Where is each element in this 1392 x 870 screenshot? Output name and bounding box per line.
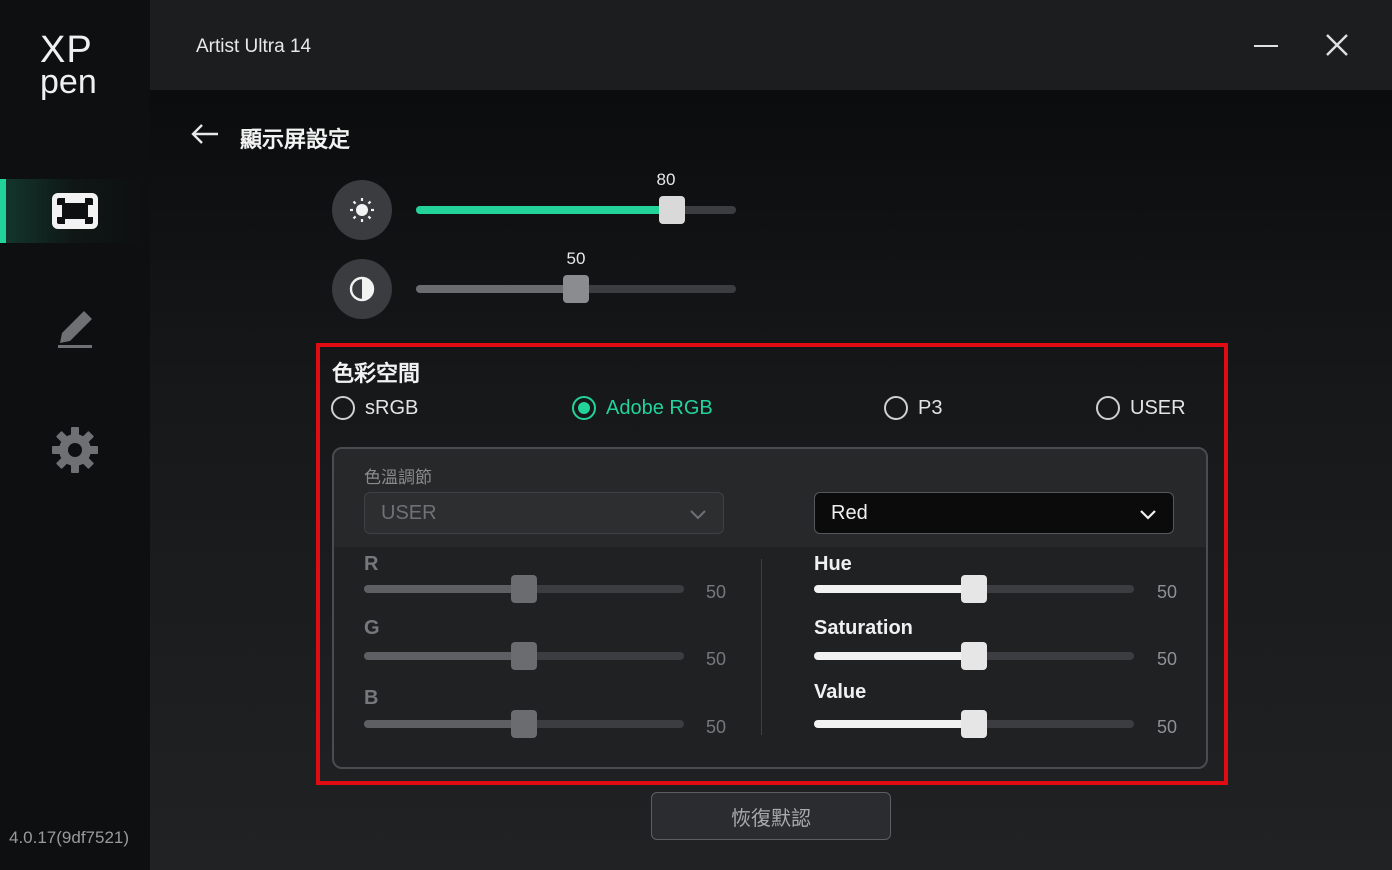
contrast-slider[interactable]	[416, 275, 736, 303]
gear-icon	[52, 427, 98, 473]
contrast-thumb[interactable]	[563, 275, 589, 303]
contrast-value: 50	[566, 249, 586, 268]
sidebar: XP pen 4.0.17(9df7521)	[0, 0, 150, 870]
xppen-logo: XP pen	[40, 31, 112, 102]
radio-adobe-rgb[interactable]: Adobe RGB	[572, 396, 713, 420]
channel-g-fill	[364, 652, 524, 660]
channel-r-fill	[364, 585, 524, 593]
back-arrow-icon[interactable]	[190, 122, 220, 146]
version-label: 4.0.17(9df7521)	[9, 828, 130, 847]
display-frame-icon	[52, 193, 98, 229]
brightness-slider[interactable]	[416, 196, 736, 224]
hue-label: Hue	[814, 553, 852, 575]
value-fill	[814, 720, 974, 728]
color-space-title: 色彩空間	[332, 361, 421, 386]
sun-icon	[350, 198, 374, 222]
title-bar: Artist Ultra 14	[150, 0, 1392, 90]
saturation-thumb[interactable]	[961, 642, 987, 670]
radio-dot	[884, 396, 908, 420]
value-slider[interactable]	[814, 710, 1134, 738]
radio-dot	[1096, 396, 1120, 420]
channel-r-label: R	[364, 553, 379, 575]
channel-b-fill	[364, 720, 524, 728]
saturation-label: Saturation	[814, 617, 913, 639]
color-temp-select[interactable]: USER	[364, 492, 724, 534]
channel-b-value: 50	[706, 717, 727, 737]
channel-b-label: B	[364, 687, 379, 709]
panel-divider	[761, 559, 762, 735]
contrast-button	[332, 259, 392, 319]
chevron-down-icon	[1140, 510, 1156, 520]
channel-g-label: G	[364, 617, 380, 639]
channel-r-value: 50	[706, 582, 727, 602]
channel-b-slider[interactable]	[364, 710, 684, 738]
sidebar-item-pen[interactable]	[0, 296, 150, 360]
sidebar-item-display[interactable]	[0, 179, 150, 243]
channel-g-slider[interactable]	[364, 642, 684, 670]
hue-value: 50	[1157, 582, 1178, 602]
channel-r-slider[interactable]	[364, 575, 684, 603]
minimize-icon[interactable]	[1254, 34, 1278, 58]
brightness-thumb[interactable]	[659, 196, 685, 224]
hue-thumb[interactable]	[961, 575, 987, 603]
contrast-fill	[416, 285, 576, 293]
app-title: Artist Ultra 14	[196, 36, 312, 57]
value-value: 50	[1157, 717, 1178, 737]
contrast-icon	[349, 276, 375, 302]
channel-r-thumb[interactable]	[511, 575, 537, 603]
radio-label: USER	[1130, 396, 1186, 419]
color-temp-label: 色溫調節	[364, 468, 432, 487]
saturation-fill	[814, 652, 974, 660]
main-content: 顯示屏設定 80 50 色彩空間 sRGB Adobe RGB P3 USER …	[150, 90, 1392, 870]
radio-dot	[331, 396, 355, 420]
color-adjust-panel: 色溫調節 USER Red R 50 G 50 B 50 Hue 50 Satu…	[332, 447, 1208, 769]
color-channel-select-value: Red	[831, 501, 868, 524]
radio-label: Adobe RGB	[606, 396, 713, 419]
sidebar-item-settings[interactable]	[0, 418, 150, 482]
radio-label: P3	[918, 396, 943, 419]
pen-icon	[58, 311, 92, 348]
page-title: 顯示屏設定	[240, 127, 351, 152]
value-label: Value	[814, 681, 867, 703]
close-icon[interactable]	[1324, 32, 1350, 58]
channel-g-thumb[interactable]	[511, 642, 537, 670]
value-thumb[interactable]	[961, 710, 987, 738]
saturation-slider[interactable]	[814, 642, 1134, 670]
radio-dot	[572, 396, 596, 420]
hue-slider[interactable]	[814, 575, 1134, 603]
saturation-value: 50	[1157, 649, 1178, 669]
color-temp-select-value: USER	[381, 501, 437, 524]
radio-p3[interactable]: P3	[884, 396, 942, 420]
radio-label: sRGB	[365, 396, 419, 419]
logo-pen-text: pen	[40, 63, 97, 101]
radio-srgb[interactable]: sRGB	[331, 396, 418, 420]
radio-user[interactable]: USER	[1096, 396, 1186, 420]
channel-g-value: 50	[706, 649, 727, 669]
brightness-value: 80	[656, 170, 676, 189]
channel-b-thumb[interactable]	[511, 710, 537, 738]
hue-fill	[814, 585, 974, 593]
reset-defaults-button[interactable]: 恢復默認	[651, 792, 891, 840]
chevron-down-icon	[690, 510, 706, 520]
brightness-button	[332, 180, 392, 240]
brightness-fill	[416, 206, 672, 214]
color-channel-select[interactable]: Red	[814, 492, 1174, 534]
